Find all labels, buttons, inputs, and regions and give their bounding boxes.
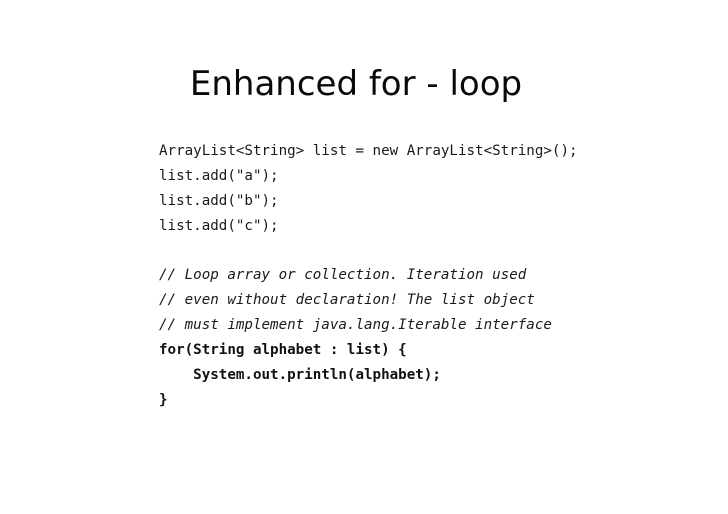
code-line-println: System.out.println(alphabet); [159,367,441,383]
code-line-add-c: list.add("c"); [159,218,279,234]
code-line-add-b: list.add("b"); [159,193,279,209]
code-comment-line: // even without declaration! The list ob… [159,292,535,308]
slide-title: Enhanced for - loop [0,62,728,106]
slide-title-text: Enhanced for - loop [189,64,523,104]
code-line-declaration: ArrayList<String> list = new ArrayList<S… [159,143,578,159]
code-comment-line: // must implement java.lang.Iterable int… [159,317,552,333]
code-block: ArrayList<String> list = new ArrayList<S… [159,139,578,413]
code-comment-line: // Loop array or collection. Iteration u… [159,267,527,283]
code-line-for-header: for(String alphabet : list) { [159,342,407,358]
code-line-close-brace: } [159,392,168,408]
code-line-add-a: list.add("a"); [159,168,279,184]
